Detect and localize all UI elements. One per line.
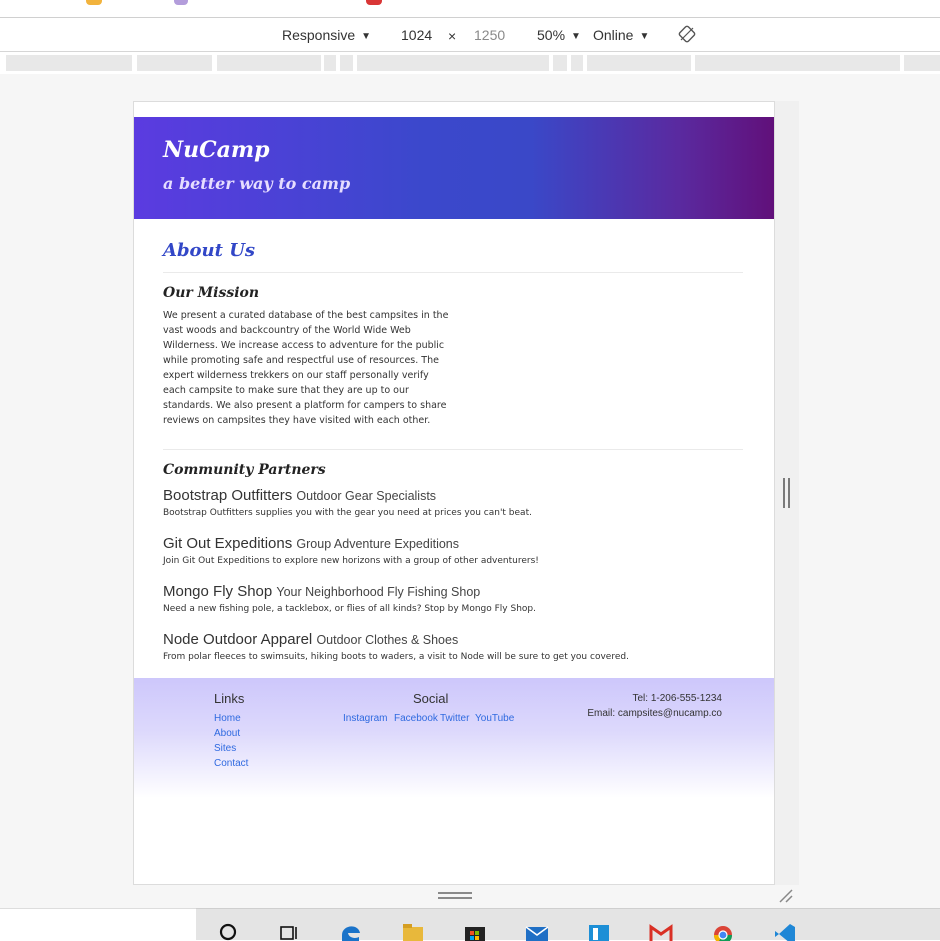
trello-icon[interactable] <box>586 919 612 941</box>
site-footer: Links Home About Sites Contact Social In… <box>134 678 774 798</box>
gmail-icon[interactable] <box>648 919 674 941</box>
vscode-icon[interactable] <box>772 919 798 941</box>
site-tagline: a better way to camp <box>163 174 351 193</box>
social-link-facebook[interactable]: Facebook <box>394 713 438 724</box>
task-view-icon[interactable] <box>276 919 302 941</box>
file-explorer-icon[interactable] <box>400 919 426 941</box>
media-query-segment[interactable] <box>904 55 940 71</box>
partner-item: Mongo Fly Shop Your Neighborhood Fly Fis… <box>163 583 763 614</box>
footer-link-sites[interactable]: Sites <box>214 743 236 754</box>
partner-name: Node Outdoor Apparel <box>163 631 313 648</box>
tab-favicon-icon[interactable] <box>174 0 188 5</box>
edge-icon[interactable] <box>338 919 364 941</box>
media-query-segment[interactable] <box>6 55 132 71</box>
partner-description: From polar fleeces to swimsuits, hiking … <box>163 652 629 662</box>
partner-description: Need a new fishing pole, a tacklebox, or… <box>163 604 536 614</box>
partner-name: Bootstrap Outfitters <box>163 487 293 504</box>
social-link-twitter[interactable]: Twitter <box>440 713 469 724</box>
footer-links-heading: Links <box>214 691 245 706</box>
media-query-segment[interactable] <box>587 55 691 71</box>
mission-text: We present a curated database of the bes… <box>163 310 449 426</box>
device-toolbar: Responsive ▼ 1024 × 1250 50% ▼ Online ▼ <box>0 18 940 52</box>
partner-item: Git Out Expeditions Group Adventure Expe… <box>163 535 763 566</box>
partner-name: Mongo Fly Shop <box>163 583 273 600</box>
partner-title: Node Outdoor Apparel Outdoor Clothes & S… <box>163 631 763 648</box>
partner-title: Mongo Fly Shop Your Neighborhood Fly Fis… <box>163 583 763 600</box>
media-query-segment[interactable] <box>340 55 353 71</box>
media-query-segment[interactable] <box>324 55 336 71</box>
partners-heading: Community Partners <box>163 462 326 478</box>
tab-favicon-icon[interactable] <box>366 0 382 5</box>
dropdown-arrow-icon: ▼ <box>571 31 581 42</box>
bottom-resize-handle[interactable] <box>438 892 472 900</box>
footer-link-contact[interactable]: Contact <box>214 758 248 769</box>
throttle-label: Online <box>593 27 634 43</box>
zoom-label: 50% <box>537 27 566 43</box>
footer-link-home[interactable]: Home <box>214 713 241 724</box>
search-icon[interactable] <box>216 919 242 941</box>
media-query-segment[interactable] <box>553 55 567 71</box>
media-query-segment[interactable] <box>695 55 900 71</box>
partner-subtitle: Outdoor Clothes & Shoes <box>316 633 459 647</box>
emulated-viewport: NuCamp a better way to camp About Us Our… <box>133 101 775 885</box>
tab-favicon-icon[interactable] <box>86 0 102 5</box>
social-link-instagram[interactable]: Instagram <box>343 713 387 724</box>
page-title: About Us <box>163 240 256 261</box>
partner-title: Git Out Expeditions Group Adventure Expe… <box>163 535 763 552</box>
partner-subtitle: Group Adventure Expeditions <box>296 537 460 551</box>
footer-link-about[interactable]: About <box>214 728 240 739</box>
footer-email: Email: campsites@nucamp.co <box>587 708 722 719</box>
width-input[interactable]: 1024 <box>393 23 440 47</box>
footer-social-heading: Social <box>413 691 449 706</box>
partner-name: Git Out Expeditions <box>163 535 293 552</box>
partner-title: Bootstrap Outfitters Outdoor Gear Specia… <box>163 487 763 504</box>
partner-subtitle: Your Neighborhood Fly Fishing Shop <box>276 585 481 599</box>
mail-icon[interactable] <box>524 919 550 941</box>
device-mode-select[interactable]: Responsive ▼ <box>282 27 371 43</box>
times-symbol: × <box>448 28 457 44</box>
partner-description: Join Git Out Expeditions to explore new … <box>163 556 539 566</box>
divider <box>163 272 743 273</box>
partner-subtitle: Outdoor Gear Specialists <box>296 489 437 503</box>
browser-tab-strip <box>0 0 940 18</box>
dropdown-arrow-icon: ▼ <box>639 31 650 42</box>
partner-item: Bootstrap Outfitters Outdoor Gear Specia… <box>163 487 763 518</box>
rotate-icon[interactable] <box>677 24 697 44</box>
height-input[interactable]: 1250 <box>466 23 513 47</box>
media-query-bar <box>0 53 940 73</box>
partner-description: Bootstrap Outfitters supplies you with t… <box>163 508 532 518</box>
store-icon[interactable] <box>462 919 488 941</box>
footer-phone: Tel: 1-206-555-1234 <box>632 693 722 704</box>
chrome-icon[interactable] <box>710 919 736 941</box>
zoom-select[interactable]: 50% ▼ <box>537 27 581 43</box>
jumbotron: NuCamp a better way to camp <box>134 117 774 219</box>
site-brand: NuCamp <box>163 137 270 163</box>
throttle-select[interactable]: Online ▼ <box>593 27 649 43</box>
social-link-youtube[interactable]: YouTube <box>475 713 514 724</box>
device-mode-label: Responsive <box>282 27 356 43</box>
media-query-segment[interactable] <box>571 55 583 71</box>
taskbar-left-area <box>0 908 196 940</box>
dropdown-arrow-icon: ▼ <box>361 31 372 42</box>
mission-heading: Our Mission <box>163 285 260 301</box>
media-query-segment[interactable] <box>137 55 212 71</box>
media-query-segment[interactable] <box>217 55 321 71</box>
corner-resize-handle[interactable] <box>777 887 795 905</box>
right-resize-handle[interactable] <box>783 478 791 508</box>
media-query-segment[interactable] <box>357 55 549 71</box>
taskbar <box>196 908 940 941</box>
partner-item: Node Outdoor Apparel Outdoor Clothes & S… <box>163 631 763 662</box>
divider <box>163 449 743 450</box>
